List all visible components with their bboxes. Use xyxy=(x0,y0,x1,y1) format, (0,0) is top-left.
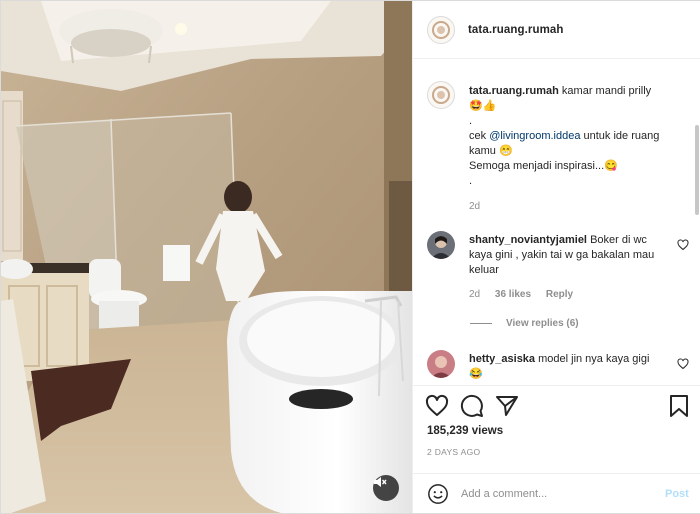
commenter-avatar[interactable] xyxy=(427,350,455,378)
comment-item: shanty_noviantyjamiel Boker di wc kaya g… xyxy=(427,231,689,311)
header-username[interactable]: tata.ruang.rumah xyxy=(468,24,564,36)
post-video[interactable] xyxy=(1,1,412,513)
comment-like-icon[interactable] xyxy=(677,239,689,251)
comments-list: tata.ruang.rumah kamar mandi prilly 🤩👍 .… xyxy=(413,59,700,385)
comment-text: hetty_asiska model jin nya kaya gigi 😂 xyxy=(469,352,664,382)
comment-username[interactable]: shanty_noviantyjamiel xyxy=(469,234,587,246)
view-replies-button[interactable]: View replies (6) xyxy=(470,318,579,329)
instagram-post: tata.ruang.rumah tata.ruang.rumah kamar … xyxy=(0,0,700,514)
comment-username[interactable]: hetty_asiska xyxy=(469,353,535,365)
heart-outline-icon[interactable] xyxy=(425,394,449,418)
comment-time[interactable]: 2d xyxy=(469,289,480,300)
mute-button[interactable] xyxy=(373,475,399,501)
caption-dot: . xyxy=(469,175,473,187)
smiley-face-icon[interactable] xyxy=(427,483,449,505)
commenter-avatar[interactable] xyxy=(427,231,455,259)
speech-bubble-icon[interactable] xyxy=(460,394,484,418)
caption-timestamp[interactable]: 2d xyxy=(469,199,684,214)
comments-scrollbar[interactable] xyxy=(695,125,699,215)
post-header: tata.ruang.rumah xyxy=(413,1,700,59)
post-comment-button[interactable]: Post xyxy=(665,488,689,500)
paper-plane-icon[interactable] xyxy=(495,394,519,418)
caption-line3: Semoga menjadi inspirasi...😋 xyxy=(469,160,618,172)
mention-link[interactable]: @livingroom.iddea xyxy=(489,130,580,142)
caption-avatar[interactable] xyxy=(427,81,455,109)
comment-text: shanty_noviantyjamiel Boker di wc kaya g… xyxy=(469,233,664,278)
profile-avatar[interactable] xyxy=(427,15,455,44)
post-timestamp[interactable]: 2 DAYS AGO xyxy=(427,447,480,457)
caption-emoji: 🤩👍 xyxy=(469,100,497,112)
comment-meta: 2d 36 likes Reply xyxy=(469,289,585,300)
caption-line2-prefix: cek xyxy=(469,130,487,142)
post-actions: 185,239 views 2 DAYS AGO Post xyxy=(413,385,700,513)
reply-button[interactable]: Reply xyxy=(546,289,573,300)
post-side-panel: tata.ruang.rumah tata.ruang.rumah kamar … xyxy=(412,1,700,513)
bathroom-scene-illustration xyxy=(1,1,412,513)
comment-input[interactable] xyxy=(461,488,657,500)
comment-item: hetty_asiska model jin nya kaya gigi 😂 xyxy=(427,350,689,385)
view-count[interactable]: 185,239 views xyxy=(427,425,503,437)
caption-dot: . xyxy=(469,115,473,127)
caption-username[interactable]: tata.ruang.rumah xyxy=(469,85,559,97)
comment-composer: Post xyxy=(413,473,700,514)
view-replies-label: View replies (6) xyxy=(506,318,579,329)
comment-likes[interactable]: 36 likes xyxy=(495,289,531,300)
speaker-muted-icon xyxy=(374,477,387,487)
bookmark-icon[interactable] xyxy=(667,394,691,418)
caption-body: tata.ruang.rumah kamar mandi prilly 🤩👍 .… xyxy=(469,84,684,214)
caption-line1: kamar mandi prilly xyxy=(561,85,652,97)
action-icons-row xyxy=(425,394,691,420)
comment-like-icon[interactable] xyxy=(677,358,689,370)
replies-divider xyxy=(470,323,492,324)
